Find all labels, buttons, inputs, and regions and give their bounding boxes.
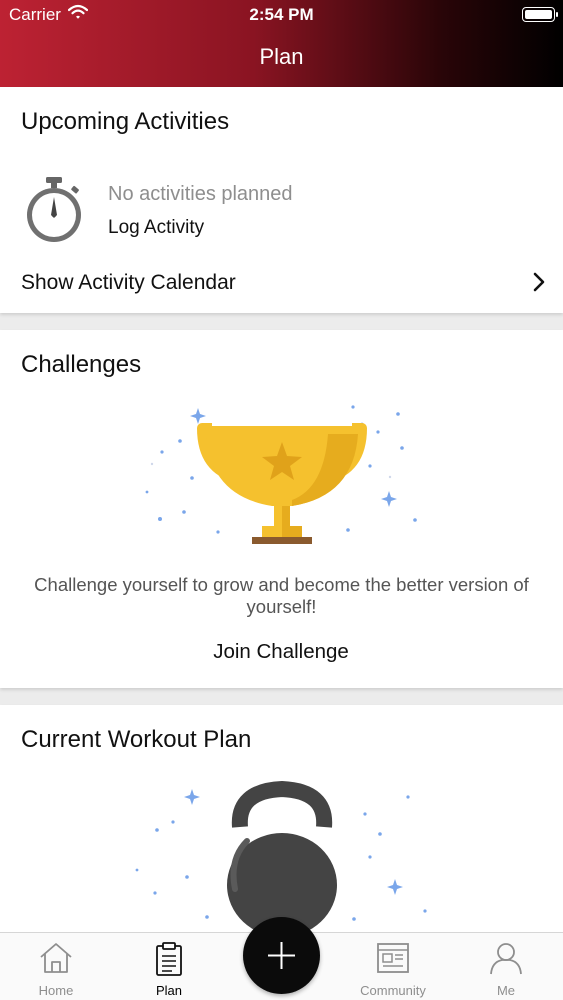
tab-me-label: Me: [496, 983, 516, 998]
tab-plan[interactable]: Plan: [124, 933, 214, 1000]
plus-icon: [268, 942, 295, 969]
challenge-description: Challenge yourself to grow and become th…: [34, 574, 529, 617]
show-activity-calendar-row[interactable]: Show Activity Calendar: [0, 259, 563, 307]
workout-plan-card: Current Workout Plan: [0, 705, 563, 945]
tab-home[interactable]: Home: [11, 933, 101, 1000]
tab-community[interactable]: Community: [348, 933, 438, 1000]
header-bar: Carrier 2:54 PM Plan: [0, 0, 563, 87]
stopwatch-icon: [22, 175, 86, 250]
upcoming-activities-title: Upcoming Activities: [21, 108, 230, 135]
upcoming-activities-card: Upcoming Activities No activities planne…: [0, 87, 563, 313]
trophy-illustration: [140, 402, 425, 567]
log-activity-button[interactable]: Log Activity: [108, 217, 204, 239]
challenges-card: Challenges Challenge yourself to grow an…: [0, 330, 563, 688]
add-activity-button[interactable]: [243, 917, 320, 994]
profile-icon: [461, 941, 551, 975]
tab-plan-label: Plan: [155, 983, 183, 998]
join-challenge-button[interactable]: Join Challenge: [181, 640, 381, 672]
plan-icon: [124, 941, 214, 977]
tab-me[interactable]: Me: [461, 933, 551, 1000]
status-bar: Carrier 2:54 PM: [0, 0, 563, 30]
home-icon: [11, 941, 101, 975]
chevron-right-icon: [533, 272, 545, 297]
tab-community-label: Community: [360, 983, 426, 998]
workout-plan-title: Current Workout Plan: [21, 726, 252, 753]
challenges-title: Challenges: [21, 351, 142, 378]
show-activity-calendar-label: Show Activity Calendar: [21, 271, 236, 294]
no-activities-text: No activities planned: [108, 183, 293, 205]
page-title: Plan: [259, 44, 304, 69]
battery-icon: [522, 7, 558, 22]
tab-home-label: Home: [38, 983, 74, 998]
community-icon: [348, 941, 438, 975]
clock: 2:54 PM: [249, 5, 314, 24]
